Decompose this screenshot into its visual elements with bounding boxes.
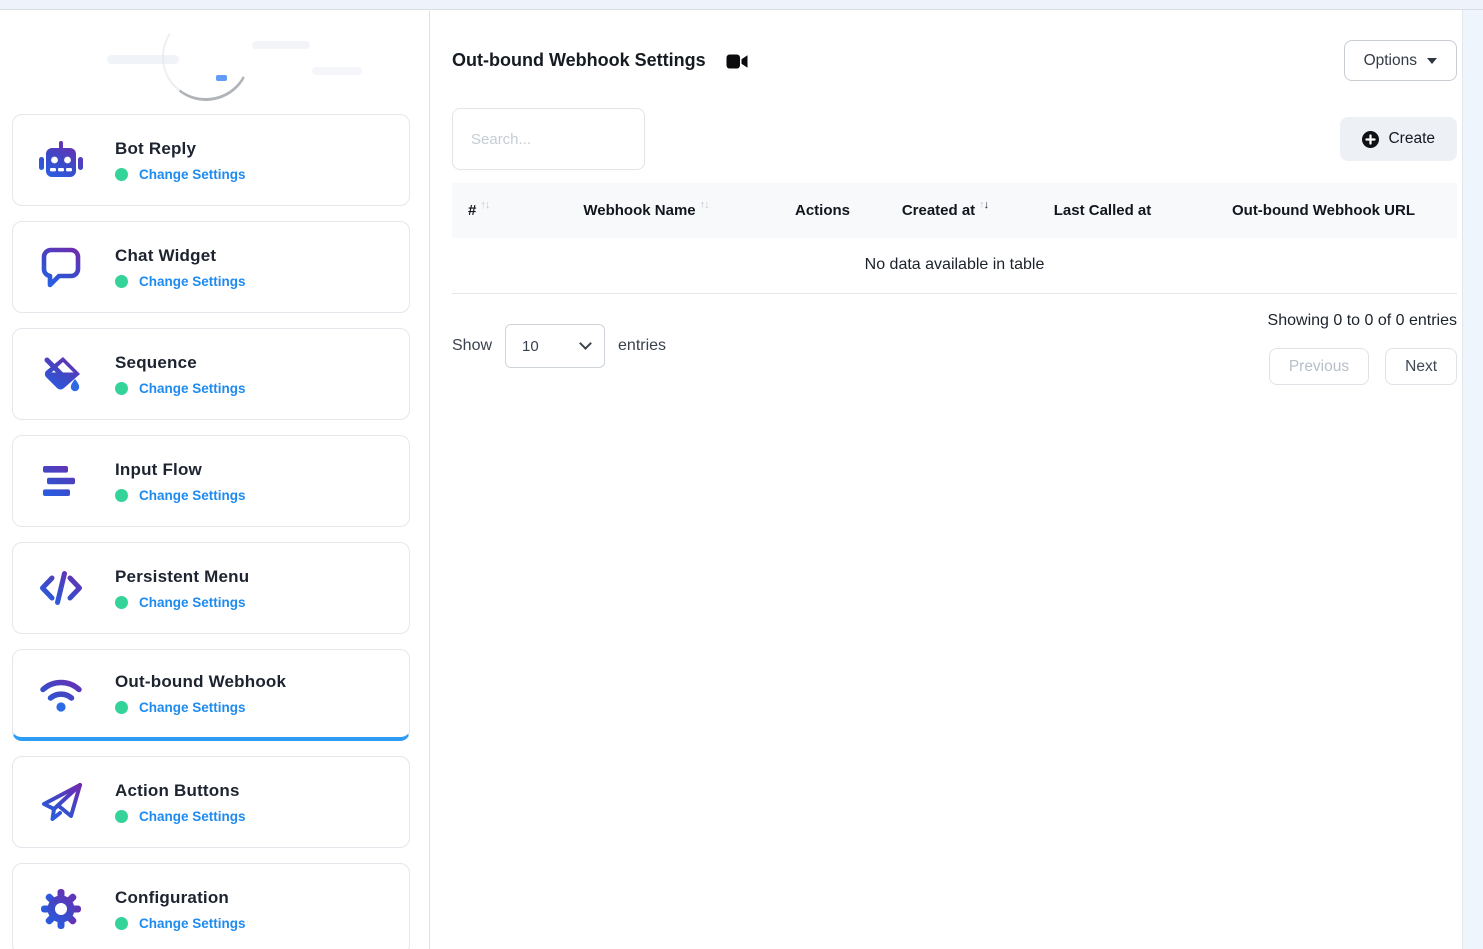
change-settings-link[interactable]: Change Settings	[139, 700, 246, 715]
sidebar-item-chat-widget[interactable]: Chat Widget Change Settings	[12, 221, 410, 313]
change-settings-link[interactable]: Change Settings	[139, 595, 246, 610]
change-settings-link[interactable]: Change Settings	[139, 381, 246, 396]
gear-icon	[37, 885, 85, 933]
sidebar-item-bot-reply[interactable]: Bot Reply Change Settings	[12, 114, 410, 206]
plus-circle-icon	[1362, 131, 1379, 148]
change-settings-link[interactable]: Change Settings	[139, 274, 246, 289]
video-camera-icon[interactable]	[726, 53, 748, 70]
sort-icon: ↑↓	[480, 199, 489, 211]
paper-plane-icon	[37, 778, 85, 826]
paint-bucket-icon	[37, 350, 85, 398]
change-settings-link[interactable]: Change Settings	[139, 809, 246, 824]
options-button[interactable]: Options	[1344, 40, 1457, 81]
status-dot	[115, 168, 128, 181]
status-dot	[115, 810, 128, 823]
status-dot	[115, 701, 128, 714]
status-dot	[115, 917, 128, 930]
chat-bubble-icon	[37, 243, 85, 291]
sidebar-item-title: Action Buttons	[115, 781, 246, 801]
chevron-down-icon	[1427, 58, 1437, 64]
top-strip	[0, 0, 1483, 10]
wifi-icon	[37, 670, 85, 718]
list-bars-icon	[37, 457, 85, 505]
change-settings-link[interactable]: Change Settings	[139, 916, 246, 931]
status-dot	[115, 275, 128, 288]
next-button[interactable]: Next	[1385, 348, 1457, 385]
status-dot	[115, 596, 128, 609]
search-input[interactable]	[452, 108, 645, 170]
webhooks-table: #↑↓ Webhook Name↑↓ Actions Created at↑↓	[452, 183, 1457, 294]
sidebar-item-title: Configuration	[115, 888, 246, 908]
app-window: Bot Reply Change Settings Chat Widget Ch…	[0, 0, 1483, 949]
change-settings-link[interactable]: Change Settings	[139, 167, 246, 182]
column-header-webhook-name[interactable]: Webhook Name↑↓	[522, 183, 770, 238]
code-icon	[37, 564, 85, 612]
scrollbar-track[interactable]	[1462, 10, 1483, 949]
sort-icon-active: ↑↓	[979, 199, 988, 211]
sidebar-item-title: Persistent Menu	[115, 567, 249, 587]
create-button[interactable]: Create	[1340, 117, 1457, 161]
entries-summary: Showing 0 to 0 of 0 entries	[1268, 312, 1457, 330]
show-label: Show	[452, 337, 492, 355]
column-header-last-called-at: Last Called at	[1015, 183, 1190, 238]
entries-label: entries	[618, 337, 666, 355]
sidebar-item-sequence[interactable]: Sequence Change Settings	[12, 328, 410, 420]
robot-icon	[37, 136, 85, 184]
page-size-control: Show 10 entries	[452, 324, 666, 368]
column-header-webhook-url: Out-bound Webhook URL	[1190, 183, 1457, 238]
sidebar-item-title: Out-bound Webhook	[115, 672, 286, 692]
page-title: Out-bound Webhook Settings	[452, 50, 748, 71]
page-size-select[interactable]: 10	[505, 324, 605, 368]
sidebar-item-outbound-webhook[interactable]: Out-bound Webhook Change Settings	[12, 649, 410, 741]
brand-logo	[12, 11, 410, 114]
sidebar-item-title: Sequence	[115, 353, 246, 373]
column-header-index[interactable]: #↑↓	[452, 183, 522, 238]
status-dot	[115, 382, 128, 395]
previous-button[interactable]: Previous	[1269, 348, 1369, 385]
sidebar-item-action-buttons[interactable]: Action Buttons Change Settings	[12, 756, 410, 848]
sidebar-item-title: Input Flow	[115, 460, 246, 480]
empty-message: No data available in table	[452, 238, 1457, 294]
status-dot	[115, 489, 128, 502]
sidebar-item-input-flow[interactable]: Input Flow Change Settings	[12, 435, 410, 527]
column-header-created-at[interactable]: Created at↑↓	[875, 183, 1015, 238]
sidebar-item-title: Chat Widget	[115, 246, 246, 266]
sidebar-item-title: Bot Reply	[115, 139, 246, 159]
sidebar-item-persistent-menu[interactable]: Persistent Menu Change Settings	[12, 542, 410, 634]
change-settings-link[interactable]: Change Settings	[139, 488, 246, 503]
main-panel: Out-bound Webhook Settings Options	[430, 11, 1483, 949]
sort-icon: ↑↓	[700, 199, 709, 211]
column-header-actions: Actions	[770, 183, 875, 238]
table-empty-row: No data available in table	[452, 238, 1457, 294]
sidebar-item-configuration[interactable]: Configuration Change Settings	[12, 863, 410, 949]
settings-sidebar: Bot Reply Change Settings Chat Widget Ch…	[0, 11, 430, 949]
